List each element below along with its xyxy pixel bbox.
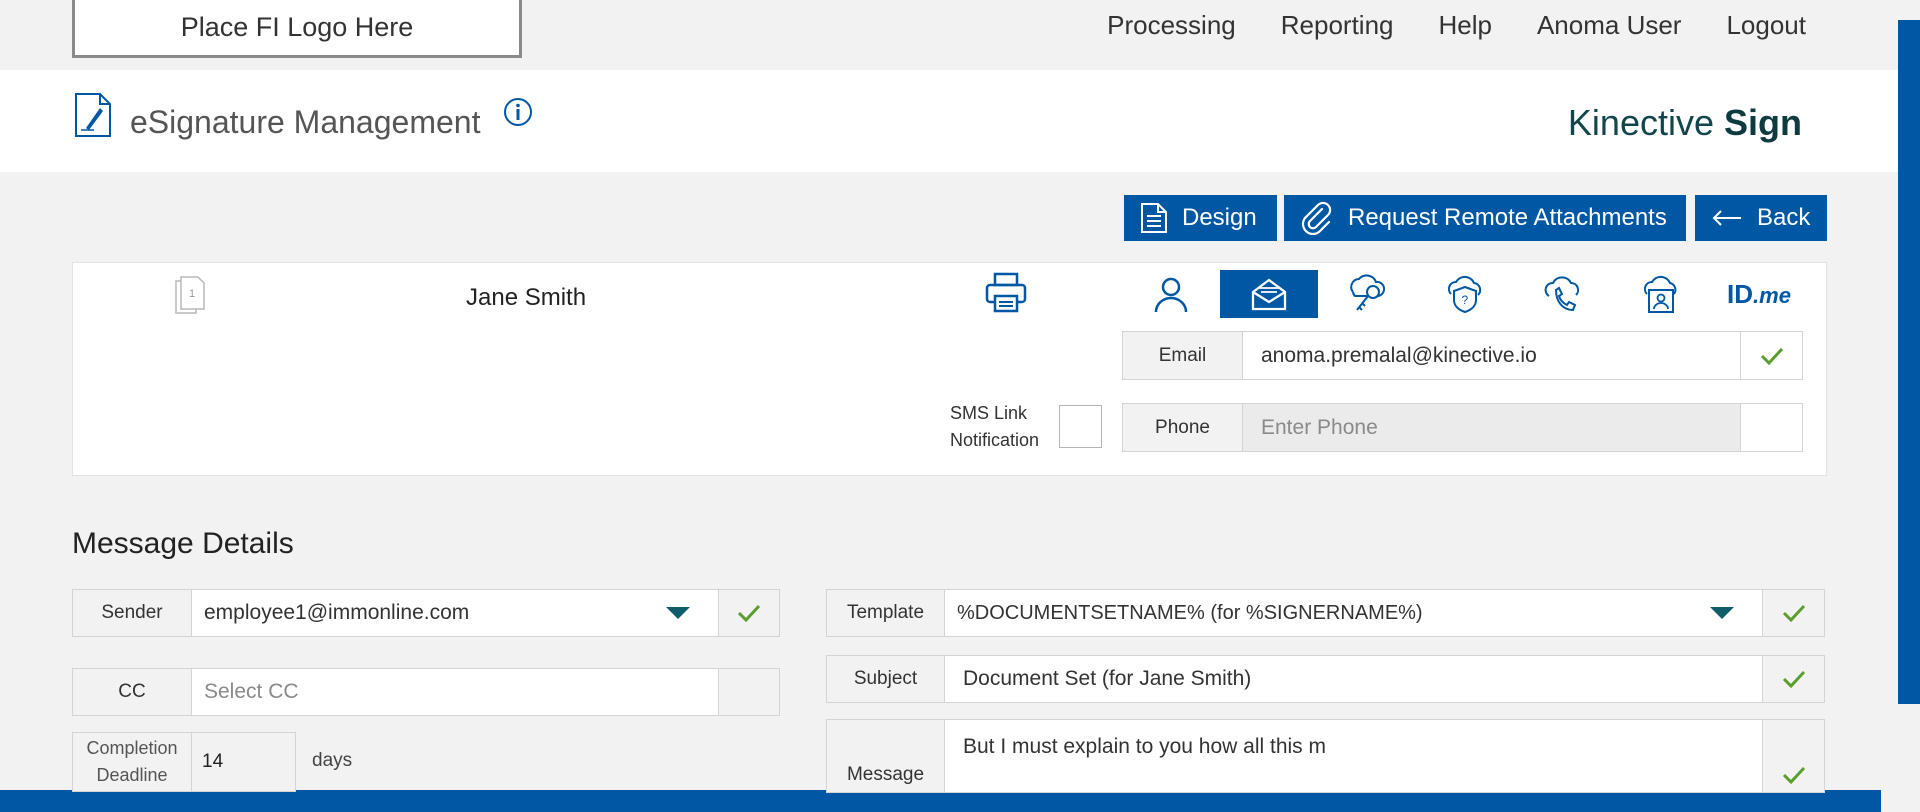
nav-logout[interactable]: Logout	[1726, 10, 1806, 41]
checkmark-icon	[737, 604, 761, 622]
esignature-document-icon	[75, 93, 111, 137]
email-field[interactable]: anoma.premalal@kinective.io	[1243, 331, 1741, 380]
id-card-icon	[1643, 275, 1677, 313]
page-title-bar: eSignature Management Kinective Sign	[0, 70, 1920, 172]
checkmark-icon	[1782, 604, 1805, 622]
message-row: Message But I must explain to you how al…	[826, 719, 1825, 793]
cc-valid-indicator	[719, 668, 780, 716]
printer-icon[interactable]	[984, 272, 1028, 314]
phone-icon	[1544, 276, 1580, 312]
auth-tab-key[interactable]	[1318, 270, 1416, 318]
chevron-down-icon	[666, 607, 690, 619]
subject-valid-indicator	[1763, 655, 1825, 703]
request-remote-attachments-button[interactable]: Request Remote Attachments	[1284, 195, 1686, 241]
template-valid-indicator	[1763, 589, 1825, 637]
person-icon	[1154, 277, 1188, 313]
nav-help[interactable]: Help	[1438, 10, 1491, 41]
template-select[interactable]: %DOCUMENTSETNAME% (for %SIGNERNAME%)	[945, 589, 1763, 637]
kinective-sign-logo: Kinective Sign	[1567, 102, 1802, 143]
nav-processing[interactable]: Processing	[1107, 10, 1236, 41]
idme-logo: ID.me	[1727, 278, 1791, 309]
email-label: Email	[1122, 331, 1243, 380]
auth-tab-person[interactable]	[1122, 270, 1220, 318]
cc-label: CC	[72, 668, 192, 716]
signer-name: Jane Smith	[466, 284, 587, 311]
message-label: Message	[826, 719, 945, 793]
checkmark-icon	[1760, 347, 1783, 365]
auth-tab-idme[interactable]: ID.me	[1710, 270, 1808, 318]
auth-tab-id-document[interactable]	[1612, 270, 1710, 318]
subject-label: Subject	[826, 655, 945, 703]
cc-input[interactable]: Select CC	[192, 668, 719, 716]
paperclip-icon	[1301, 201, 1332, 235]
cc-row: CC Select CC	[72, 668, 780, 716]
template-row: Template %DOCUMENTSETNAME% (for %SIGNERN…	[826, 589, 1825, 637]
message-details-heading: Message Details	[72, 527, 294, 560]
checkmark-icon	[1782, 766, 1805, 784]
sender-label: Sender	[72, 589, 192, 637]
key-icon	[1350, 274, 1386, 311]
sms-link-notification-checkbox[interactable]	[1059, 405, 1102, 448]
auth-tab-email[interactable]	[1220, 270, 1318, 318]
info-icon[interactable]	[503, 97, 533, 127]
sender-select[interactable]: employee1@immonline.com	[192, 589, 719, 637]
document-list-icon	[1141, 203, 1167, 233]
sender-row: Sender employee1@immonline.com	[72, 589, 780, 637]
authentication-method-tabs: ? ID.me	[1122, 270, 1804, 318]
page-count-number: 1	[189, 288, 195, 300]
sms-link-notification-label: SMS Link Notification	[950, 403, 1040, 450]
horizontal-scrollbar[interactable]	[0, 790, 1881, 812]
checkmark-icon	[1782, 670, 1805, 688]
fi-logo-placeholder: Place FI Logo Here	[72, 0, 522, 58]
subject-row: Subject Document Set (for Jane Smith)	[826, 655, 1825, 703]
main-nav: Processing Reporting Help Anoma User Log…	[1107, 10, 1806, 41]
template-label: Template	[826, 589, 945, 637]
page-title: eSignature Management	[130, 104, 481, 140]
auth-tab-phone[interactable]	[1514, 270, 1612, 318]
vertical-scrollbar[interactable]	[1898, 20, 1920, 704]
phone-field[interactable]: Enter Phone	[1243, 403, 1741, 452]
top-navigation-bar: Place FI Logo Here Processing Reporting …	[0, 0, 1920, 70]
message-valid-indicator	[1763, 719, 1825, 793]
nav-user-menu[interactable]: Anoma User	[1537, 10, 1682, 41]
shield-question-icon: ?	[1447, 275, 1482, 314]
completion-deadline-input[interactable]: 14	[192, 732, 296, 792]
chevron-down-icon	[1710, 607, 1734, 619]
envelope-icon	[1251, 278, 1287, 311]
subject-input[interactable]: Document Set (for Jane Smith)	[945, 655, 1763, 703]
deadline-unit-label: days	[312, 750, 353, 771]
email-row: Email anoma.premalal@kinective.io	[1122, 331, 1803, 380]
template-value: %DOCUMENTSETNAME% (for %SIGNERNAME%)	[957, 601, 1423, 624]
page-count-icon: 1	[175, 276, 205, 314]
sender-valid-indicator	[719, 589, 780, 637]
back-button[interactable]: Back	[1695, 195, 1827, 241]
svg-text:?: ?	[1462, 293, 1469, 307]
message-textarea[interactable]: But I must explain to you how all this m	[945, 719, 1763, 793]
design-button[interactable]: Design	[1124, 195, 1277, 241]
auth-tab-security-question[interactable]: ?	[1416, 270, 1514, 318]
phone-label: Phone	[1122, 403, 1243, 452]
nav-reporting[interactable]: Reporting	[1281, 10, 1394, 41]
phone-row: Phone Enter Phone	[1122, 403, 1803, 452]
arrow-left-icon	[1712, 210, 1741, 226]
email-valid-indicator	[1741, 331, 1803, 380]
phone-valid-indicator	[1741, 403, 1803, 452]
sender-value: employee1@immonline.com	[204, 601, 470, 624]
completion-deadline-label: Completion Deadline	[72, 732, 192, 792]
